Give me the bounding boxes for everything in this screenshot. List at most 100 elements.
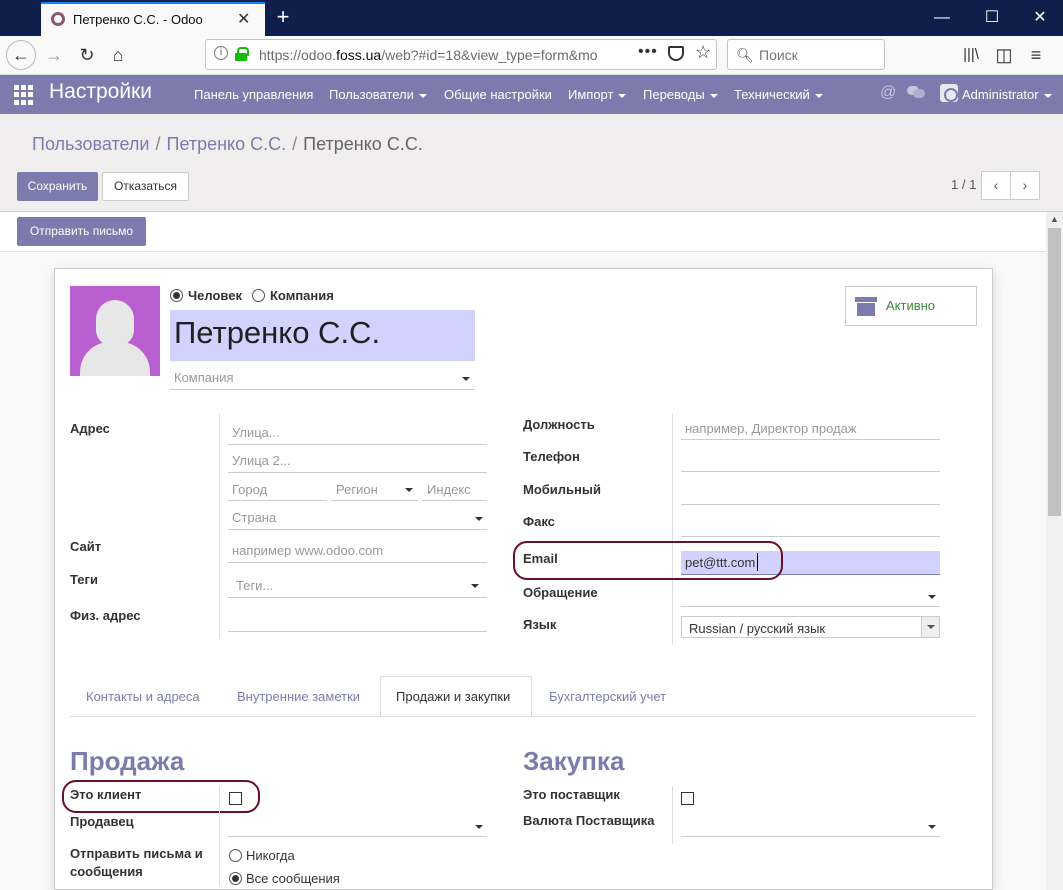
browser-tab-bar: Петренко С.С. - Odoo ✕ + — ☐ ✕ [0,0,1063,36]
send-mail-button[interactable]: Отправить письмо [17,217,146,246]
mentions-icon[interactable]: @ [880,84,896,102]
breadcrumb: Пользователи / Петренко С.С. / Петренко С.С. [32,134,423,154]
lock-icon [235,47,249,61]
purchase-section-title: Закупка [523,746,625,776]
menu-translations[interactable]: Переводы [643,87,718,102]
menu-import[interactable]: Импорт [568,87,626,102]
job-label: Должность [523,417,595,432]
breadcrumb-item[interactable]: Пользователи [32,134,149,154]
scroll-up-icon[interactable]: ▲ [1050,214,1059,224]
tab-divider [70,716,976,717]
divider [219,414,220,639]
close-window-button[interactable]: ✕ [1017,0,1063,36]
chat-icon[interactable] [907,84,925,98]
library-icon[interactable]: |||\ [957,41,985,69]
name-value: Петренко С.С. [174,315,381,350]
menu-icon[interactable]: ≡ [1022,41,1050,69]
browser-tab[interactable]: Петренко С.С. - Odoo ✕ [41,2,265,36]
chevron-down-icon[interactable] [462,377,470,381]
opt-all-label: Все сообщения [246,871,340,886]
user-menu[interactable]: Administrator [962,87,1052,102]
state-placeholder: Регион [336,482,378,497]
send-messages-label-line1: Отправить письма и [70,846,203,861]
zip-placeholder: Индекс [427,482,471,497]
pager-value: 1 / 1 [951,177,977,192]
phone-field[interactable] [681,448,940,472]
opt-all-radio[interactable] [229,872,242,885]
close-tab-icon[interactable]: ✕ [237,9,250,29]
back-button[interactable]: ← [6,40,36,70]
phys-address-label: Физ. адрес [70,608,141,623]
tags-placeholder: Теги... [236,578,274,593]
send-messages-label-line2: сообщения [70,864,143,879]
supplier-checkbox[interactable] [681,792,694,805]
tab-contacts[interactable]: Контакты и адреса [86,689,200,704]
pager-next-button[interactable]: › [1010,171,1040,200]
type-person-radio[interactable] [170,289,183,302]
bookmark-star-icon[interactable]: ☆ [695,42,711,63]
address-label: Адрес [70,421,110,436]
language-value: Russian / русский язык [689,621,826,636]
person-silhouette-icon [96,300,134,346]
scrollbar-thumb[interactable] [1048,228,1061,516]
page-actions-icon[interactable]: ••• [638,43,658,61]
title-label: Обращение [523,585,598,600]
chevron-down-icon[interactable] [928,595,936,599]
search-placeholder: Поиск [759,47,798,63]
partner-photo[interactable] [70,286,160,376]
sidebar-icon[interactable]: ◫ [990,41,1018,69]
divider [672,414,673,645]
active-toggle-button[interactable]: Активно [845,286,977,326]
url-bar[interactable]: i https://odoo.foss.ua/web?#id=18&view_t… [205,39,717,70]
save-button[interactable]: Сохранить [17,172,98,201]
fax-field[interactable] [681,513,940,537]
opt-never-radio[interactable] [229,849,242,862]
type-company-radio[interactable] [252,289,265,302]
new-tab-button[interactable]: + [270,3,296,31]
discard-button[interactable]: Отказаться [102,172,189,201]
phys-address-field[interactable] [228,608,487,632]
chevron-down-icon[interactable] [471,584,479,588]
mobile-field[interactable] [681,481,940,505]
control-panel: Пользователи / Петренко С.С. / Петренко С.С.… [0,114,1063,212]
apps-grid-icon[interactable] [14,85,34,105]
mobile-label: Мобильный [523,482,601,497]
menu-general-settings[interactable]: Общие настройки [444,87,552,102]
pocket-icon[interactable] [668,46,684,61]
pager-previous-button[interactable]: ‹ [981,171,1011,200]
maximize-button[interactable]: ☐ [969,0,1015,36]
browser-search-box[interactable]: 🔍︎ Поиск [727,39,885,70]
customer-checkbox[interactable] [229,792,242,805]
chevron-down-icon[interactable] [475,517,483,521]
menu-dashboard[interactable]: Панель управления [194,87,313,102]
chevron-down-icon[interactable] [475,825,483,829]
fax-label: Факс [523,514,555,529]
menu-technical[interactable]: Технический [734,87,823,102]
chevron-down-icon[interactable] [921,617,939,637]
website-label: Сайт [70,539,102,554]
language-select[interactable]: Russian / русский язык [681,616,940,638]
menu-users[interactable]: Пользователи [329,87,427,102]
chevron-down-icon[interactable] [405,488,413,492]
reload-button[interactable]: ↻ [73,41,101,69]
divider [672,786,673,844]
odoo-favicon-icon [51,12,65,26]
street2-placeholder: Улица 2... [232,453,291,468]
title-field[interactable] [681,583,940,607]
breadcrumb-item[interactable]: Петренко С.С. [167,134,287,154]
supplier-label: Это поставщик [523,787,620,802]
chevron-down-icon[interactable] [928,825,936,829]
info-icon[interactable]: i [214,46,228,60]
tab-internal-notes[interactable]: Внутренние заметки [237,689,360,704]
supplier-currency-field[interactable] [681,813,940,837]
website-placeholder: например www.odoo.com [232,543,384,558]
annotation-oval-email [513,541,783,580]
salesperson-field[interactable] [228,813,487,837]
minimize-button[interactable]: — [919,0,965,36]
tab-accounting[interactable]: Бухгалтерский учет [549,689,666,704]
user-avatar[interactable] [940,84,958,102]
browser-nav-bar: ← → ↻ ⌂ i https://odoo.foss.ua/web?#id=1… [0,36,1063,75]
forward-button[interactable]: → [40,41,68,69]
home-button[interactable]: ⌂ [104,41,132,69]
tab-sales-purchases[interactable]: Продажи и закупки [396,689,510,704]
